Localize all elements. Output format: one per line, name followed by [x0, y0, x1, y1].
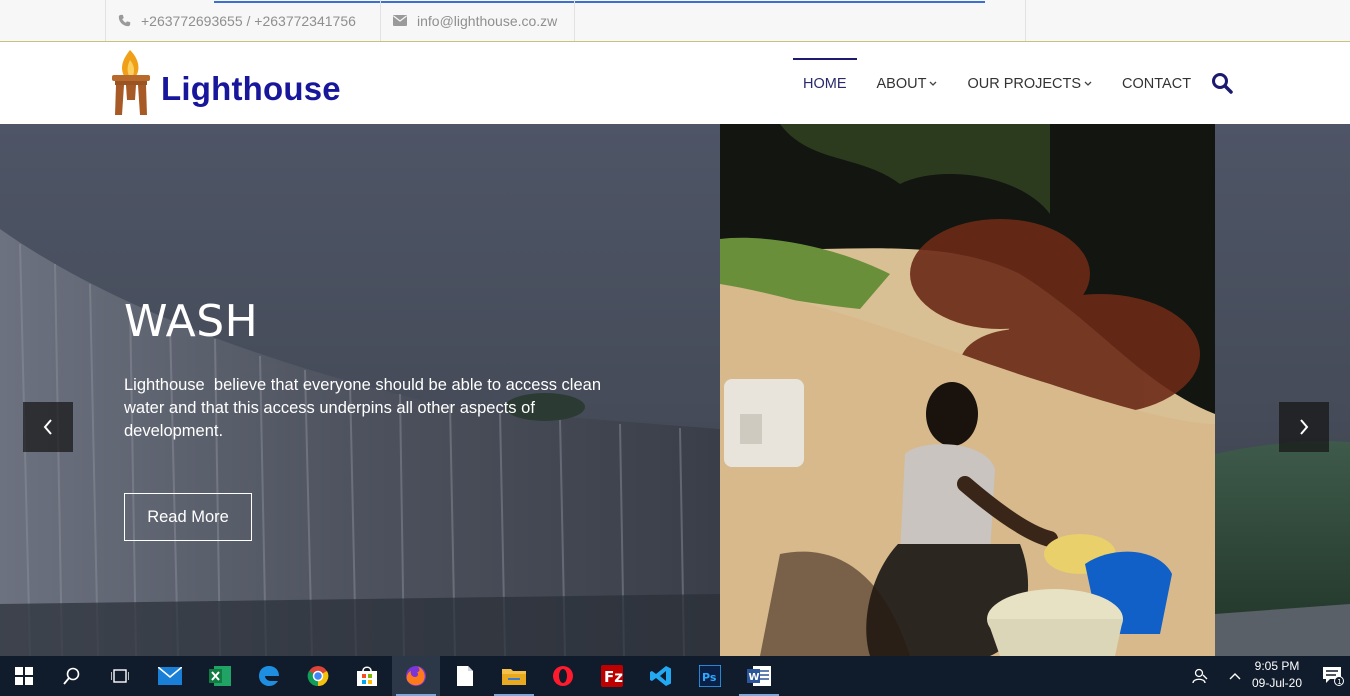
taskbar-clock[interactable]: 9:05 PM 09-Jul-20: [1246, 658, 1308, 694]
nav-home[interactable]: HOME: [793, 58, 857, 110]
nav-our-projects[interactable]: OUR PROJECTS: [957, 58, 1102, 110]
people-icon: [1192, 668, 1208, 684]
email-address: info@lighthouse.co.zw: [417, 12, 558, 29]
photoshop-icon: Ps: [699, 665, 721, 687]
nav-our-projects-label: OUR PROJECTS: [967, 76, 1082, 92]
opera-icon: [553, 666, 573, 686]
nav-home-label: HOME: [803, 76, 847, 92]
top-info-bar: +263772693655 / +263772341756 info@light…: [0, 0, 1350, 42]
filezilla-icon: Fz: [601, 665, 623, 687]
slide-description: Lighthouse believe that everyone should …: [124, 376, 606, 440]
site-header: Lighthouse HOME ABOUT OUR PROJECTS CONTA…: [0, 42, 1350, 124]
svg-text:W: W: [749, 672, 760, 683]
taskbar-chrome[interactable]: [294, 656, 342, 696]
chevron-right-icon: [1300, 419, 1309, 435]
taskbar-photoshop[interactable]: Ps: [686, 656, 734, 696]
nav-contact-label: CONTACT: [1122, 76, 1192, 92]
lighthouse-torch-icon: [112, 50, 150, 115]
taskbar-filezilla[interactable]: Fz: [588, 656, 636, 696]
taskbar-firefox[interactable]: [392, 656, 440, 696]
taskbar-mail[interactable]: [146, 656, 194, 696]
brand-name: Lighthouse: [161, 70, 341, 107]
taskbar-excel[interactable]: [196, 656, 244, 696]
mail-icon: [158, 667, 182, 685]
chevron-down-icon: [1084, 81, 1092, 86]
read-more-button[interactable]: Read More: [124, 493, 252, 541]
notification-icon: 1: [1323, 667, 1344, 686]
svg-text:Fz: Fz: [604, 668, 623, 686]
chevron-left-icon: [43, 419, 52, 435]
nav-contact[interactable]: CONTACT: [1112, 58, 1201, 110]
chevron-down-icon: [929, 81, 937, 86]
email-contact[interactable]: info@lighthouse.co.zw: [380, 0, 575, 41]
taskbar-edge[interactable]: [245, 656, 293, 696]
nav-about[interactable]: ABOUT: [867, 58, 948, 110]
divider: [1025, 0, 1026, 41]
chrome-icon: [307, 666, 329, 687]
search-icon: [1212, 73, 1233, 94]
envelope-icon: [393, 15, 407, 26]
taskbar-document[interactable]: [441, 656, 489, 696]
action-center-button[interactable]: 1: [1318, 656, 1348, 696]
taskbar-store[interactable]: [343, 656, 391, 696]
task-view-icon: [111, 669, 129, 683]
windows-start-icon: [15, 667, 33, 685]
start-button[interactable]: [0, 656, 48, 696]
store-icon: [357, 666, 377, 686]
task-view-button[interactable]: [96, 656, 144, 696]
main-nav: HOME ABOUT OUR PROJECTS CONTACT: [793, 58, 1211, 110]
edge-icon: [259, 666, 279, 686]
taskbar-file-explorer[interactable]: [490, 656, 538, 696]
phone-contact[interactable]: +263772693655 / +263772341756: [105, 0, 380, 41]
tray-overflow-button[interactable]: [1222, 656, 1248, 696]
clock-date: 09-Jul-20: [1251, 676, 1303, 690]
tray-people[interactable]: [1186, 656, 1214, 696]
woman-fetching-water-image: [720, 124, 1215, 656]
taskbar-opera[interactable]: [539, 656, 587, 696]
nav-about-label: ABOUT: [876, 76, 927, 92]
firefox-icon: [406, 666, 426, 686]
slider-next-button[interactable]: [1279, 402, 1329, 452]
taskbar-search-button[interactable]: [48, 656, 96, 696]
site-logo[interactable]: Lighthouse: [108, 44, 348, 118]
word-icon: W: [747, 666, 771, 686]
clock-time: 9:05 PM: [1254, 659, 1300, 673]
search-icon: [63, 667, 80, 685]
phone-number: +263772693655 / +263772341756: [141, 12, 356, 29]
taskbar-vscode[interactable]: [637, 656, 685, 696]
notification-count: 1: [1337, 678, 1341, 686]
taskbar-word[interactable]: W: [735, 656, 783, 696]
excel-icon: [209, 666, 231, 686]
chevron-up-icon: [1229, 673, 1241, 680]
search-button[interactable]: [1211, 72, 1235, 96]
file-explorer-icon: [502, 669, 526, 685]
file-icon: [457, 666, 473, 686]
phone-icon: [118, 14, 131, 27]
hero-slider: WASH Lighthouse believe that everyone sh…: [0, 124, 1350, 656]
windows-taskbar: Fz Ps W 9:05 PM 09-Jul-20 1: [0, 656, 1350, 696]
slide-title: WASH: [124, 296, 259, 347]
slider-prev-button[interactable]: [23, 402, 73, 452]
vscode-icon: [650, 666, 671, 686]
svg-text:Ps: Ps: [702, 671, 717, 684]
